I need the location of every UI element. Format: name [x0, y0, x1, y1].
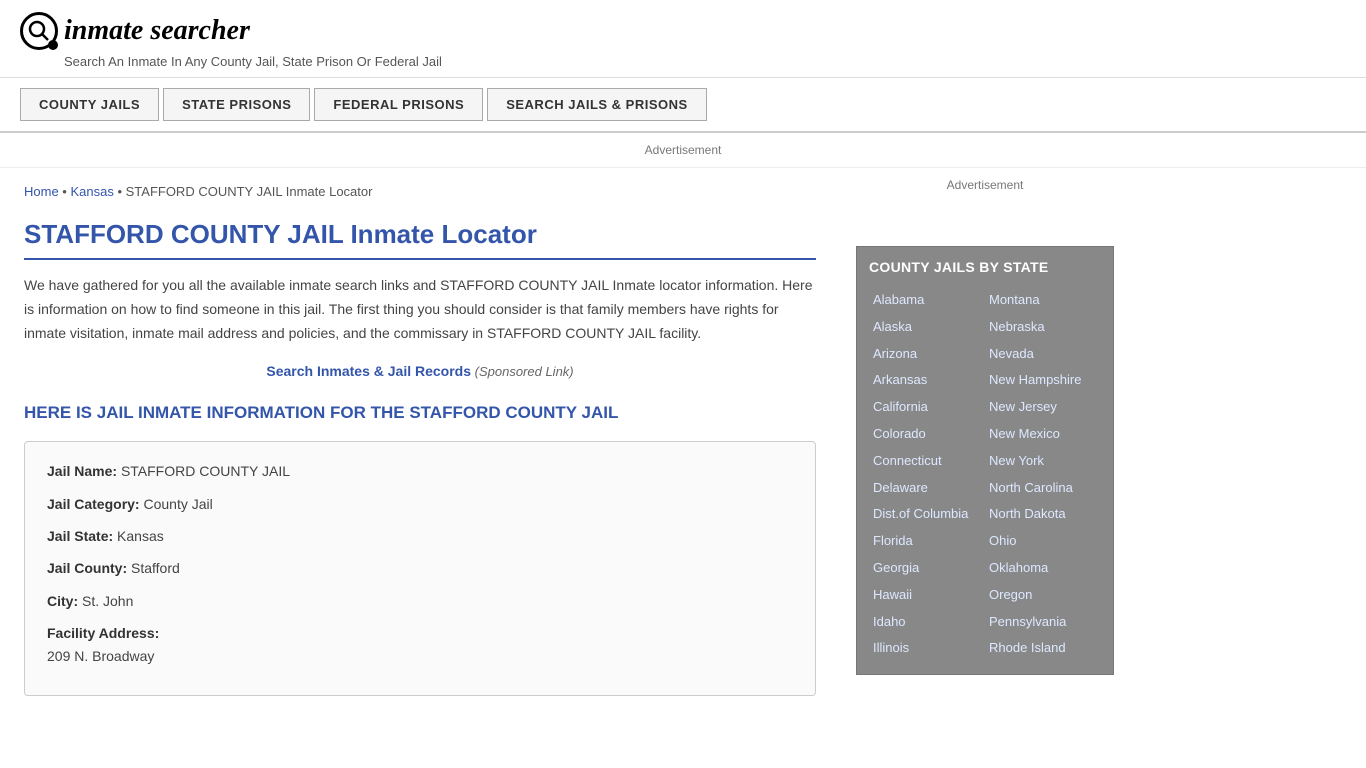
info-address-label: Facility Address: — [47, 625, 159, 641]
info-city-label: City: — [47, 593, 78, 609]
tagline: Search An Inmate In Any County Jail, Sta… — [64, 54, 1346, 69]
state-link[interactable]: Georgia — [869, 555, 985, 582]
state-link[interactable]: Alaska — [869, 314, 985, 341]
sponsored-link[interactable]: Search Inmates & Jail Records — [266, 363, 471, 379]
info-county-value: Stafford — [131, 560, 180, 576]
ad-banner: Advertisement — [0, 133, 1366, 168]
state-link[interactable]: Idaho — [869, 609, 985, 636]
sidebar-ad-label: Advertisement — [947, 178, 1024, 192]
state-link[interactable]: Connecticut — [869, 448, 985, 475]
page-title: STAFFORD COUNTY JAIL Inmate Locator — [24, 219, 816, 260]
state-link[interactable]: Rhode Island — [985, 635, 1101, 662]
magnifier-icon — [28, 20, 50, 42]
state-columns: AlabamaAlaskaArizonaArkansasCaliforniaCo… — [869, 287, 1101, 662]
info-box: Jail Name: STAFFORD COUNTY JAIL Jail Cat… — [24, 441, 816, 696]
state-link[interactable]: Dist.of Columbia — [869, 501, 985, 528]
info-state-label: Jail State: — [47, 528, 113, 544]
content-area: Home • Kansas • STAFFORD COUNTY JAIL Inm… — [0, 168, 840, 732]
state-col-right: MontanaNebraskaNevadaNew HampshireNew Je… — [985, 287, 1101, 662]
info-county-label: Jail County: — [47, 560, 127, 576]
state-link[interactable]: Montana — [985, 287, 1101, 314]
sponsored-link-container: Search Inmates & Jail Records (Sponsored… — [24, 363, 816, 379]
info-name-value: STAFFORD COUNTY JAIL — [121, 463, 290, 479]
breadcrumb-home[interactable]: Home — [24, 184, 59, 199]
breadcrumb-kansas[interactable]: Kansas — [70, 184, 113, 199]
state-link[interactable]: New York — [985, 448, 1101, 475]
state-link[interactable]: Delaware — [869, 475, 985, 502]
info-row-city: City: St. John — [47, 590, 793, 612]
nav-county-jails[interactable]: COUNTY JAILS — [20, 88, 159, 121]
state-link[interactable]: Nebraska — [985, 314, 1101, 341]
state-link[interactable]: California — [869, 394, 985, 421]
state-link[interactable]: Arkansas — [869, 367, 985, 394]
state-link[interactable]: Hawaii — [869, 582, 985, 609]
state-link[interactable]: Colorado — [869, 421, 985, 448]
nav-federal-prisons[interactable]: FEDERAL PRISONS — [314, 88, 483, 121]
info-category-label: Jail Category: — [47, 496, 140, 512]
logo-text: inmate searcher — [64, 15, 250, 47]
info-address-value: 209 N. Broadway — [47, 648, 154, 664]
breadcrumb: Home • Kansas • STAFFORD COUNTY JAIL Inm… — [24, 184, 816, 199]
state-link[interactable]: North Dakota — [985, 501, 1101, 528]
state-link[interactable]: New Jersey — [985, 394, 1101, 421]
state-link[interactable]: Pennsylvania — [985, 609, 1101, 636]
breadcrumb-sep2: • — [114, 184, 126, 199]
sidebar-ad: Advertisement — [856, 178, 1114, 228]
header: inmate searcher Search An Inmate In Any … — [0, 0, 1366, 78]
state-link[interactable]: Oregon — [985, 582, 1101, 609]
state-col-left: AlabamaAlaskaArizonaArkansasCaliforniaCo… — [869, 287, 985, 662]
state-link[interactable]: Oklahoma — [985, 555, 1101, 582]
state-link[interactable]: Arizona — [869, 341, 985, 368]
state-link[interactable]: Nevada — [985, 341, 1101, 368]
info-row-county: Jail County: Stafford — [47, 557, 793, 579]
info-state-value: Kansas — [117, 528, 164, 544]
state-link[interactable]: North Carolina — [985, 475, 1101, 502]
info-city-value: St. John — [82, 593, 133, 609]
state-link[interactable]: Alabama — [869, 287, 985, 314]
state-link[interactable]: Florida — [869, 528, 985, 555]
state-link[interactable]: New Hampshire — [985, 367, 1101, 394]
main-nav: COUNTY JAILS STATE PRISONS FEDERAL PRISO… — [0, 78, 1366, 133]
state-link[interactable]: Illinois — [869, 635, 985, 662]
nav-search-jails[interactable]: SEARCH JAILS & PRISONS — [487, 88, 706, 121]
state-link[interactable]: New Mexico — [985, 421, 1101, 448]
ad-banner-label: Advertisement — [645, 143, 722, 157]
description: We have gathered for you all the availab… — [24, 274, 816, 345]
nav-state-prisons[interactable]: STATE PRISONS — [163, 88, 310, 121]
info-row-category: Jail Category: County Jail — [47, 493, 793, 515]
state-box-title: COUNTY JAILS BY STATE — [869, 259, 1101, 275]
info-row-address: Facility Address: 209 N. Broadway — [47, 622, 793, 667]
breadcrumb-sep1: • — [59, 184, 71, 199]
main-layout: Home • Kansas • STAFFORD COUNTY JAIL Inm… — [0, 168, 1366, 732]
logo-name-text: inmate searcher — [64, 15, 250, 46]
logo-area: inmate searcher — [20, 12, 1346, 50]
logo-icon — [20, 12, 58, 50]
section-heading: HERE IS JAIL INMATE INFORMATION FOR THE … — [24, 401, 816, 425]
info-category-value: County Jail — [143, 496, 212, 512]
info-row-state: Jail State: Kansas — [47, 525, 793, 547]
info-name-label: Jail Name: — [47, 463, 117, 479]
breadcrumb-current: STAFFORD COUNTY JAIL Inmate Locator — [126, 184, 373, 199]
info-row-name: Jail Name: STAFFORD COUNTY JAIL — [47, 460, 793, 482]
state-link[interactable]: Ohio — [985, 528, 1101, 555]
sponsored-text: (Sponsored Link) — [471, 364, 574, 379]
state-box: COUNTY JAILS BY STATE AlabamaAlaskaArizo… — [856, 246, 1114, 675]
sidebar: Advertisement COUNTY JAILS BY STATE Alab… — [840, 168, 1130, 732]
